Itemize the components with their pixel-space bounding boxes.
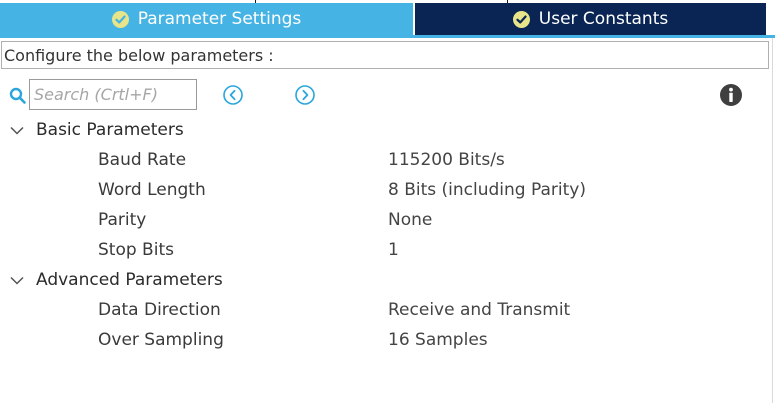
description-text: Configure the below parameters : — [1, 41, 769, 69]
param-value[interactable]: 115200 Bits/s — [388, 150, 505, 170]
param-value[interactable]: 8 Bits (including Parity) — [388, 180, 586, 200]
group-label: Basic Parameters — [36, 120, 184, 140]
param-value[interactable]: Receive and Transmit — [388, 300, 570, 320]
param-row-word-length[interactable]: Word Length 8 Bits (including Parity) — [0, 176, 775, 206]
chevron-down-icon[interactable] — [9, 124, 25, 138]
group-advanced-parameters[interactable]: Advanced Parameters — [0, 266, 775, 296]
param-row-baud-rate[interactable]: Baud Rate 115200 Bits/s — [0, 146, 775, 176]
param-name: Over Sampling — [98, 330, 224, 350]
chevron-down-icon[interactable] — [9, 274, 25, 288]
tab-label: User Constants — [538, 9, 669, 29]
tab-bar: Parameter Settings User Constants — [0, 3, 775, 35]
param-name: Data Direction — [98, 300, 221, 320]
chevron-left-circle-icon[interactable] — [222, 84, 244, 106]
check-circle-icon — [111, 10, 129, 28]
param-value[interactable]: 16 Samples — [388, 330, 488, 350]
search-icon[interactable] — [9, 87, 27, 105]
tab-underline — [0, 35, 775, 38]
panel-right-edge — [772, 38, 773, 403]
tab-parameter-settings[interactable]: Parameter Settings — [0, 3, 413, 35]
param-value[interactable]: None — [388, 210, 432, 230]
param-name: Stop Bits — [98, 240, 174, 260]
search-row — [0, 78, 775, 112]
param-name: Parity — [98, 210, 147, 230]
param-name: Word Length — [98, 180, 206, 200]
tab-label: Parameter Settings — [137, 9, 302, 29]
param-name: Baud Rate — [98, 150, 187, 170]
group-basic-parameters[interactable]: Basic Parameters — [0, 116, 775, 146]
group-label: Advanced Parameters — [36, 270, 223, 290]
search-input[interactable] — [29, 79, 197, 110]
param-value[interactable]: 1 — [388, 240, 399, 260]
parameter-panel: Parameter Settings User Constants Config… — [0, 0, 775, 403]
info-icon[interactable] — [719, 83, 743, 107]
tab-user-constants[interactable]: User Constants — [415, 3, 766, 35]
parameter-tree: Basic Parameters Baud Rate 115200 Bits/s… — [0, 116, 775, 356]
param-row-parity[interactable]: Parity None — [0, 206, 775, 236]
chevron-right-circle-icon[interactable] — [294, 84, 316, 106]
param-row-data-direction[interactable]: Data Direction Receive and Transmit — [0, 296, 775, 326]
param-row-over-sampling[interactable]: Over Sampling 16 Samples — [0, 326, 775, 356]
check-circle-icon — [512, 10, 530, 28]
tab-separator — [413, 3, 415, 35]
param-row-stop-bits[interactable]: Stop Bits 1 — [0, 236, 775, 266]
